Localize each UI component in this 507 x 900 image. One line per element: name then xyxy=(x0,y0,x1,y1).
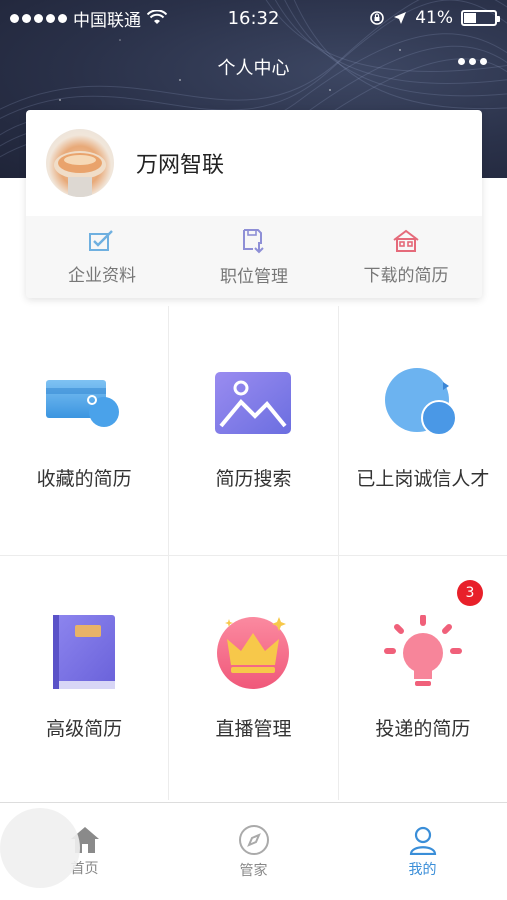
tab-label: 我的 xyxy=(408,861,437,878)
grid-item-label: 投递的简历 xyxy=(375,718,471,740)
compass-icon xyxy=(238,824,269,855)
profile-actions: 企业资料 职位管理 下载的简历 xyxy=(26,216,482,298)
grid-item-submitted-resumes[interactable]: 3 投递的简历 xyxy=(339,556,507,800)
feature-grid: 收藏的简历 简历搜索 已上岗诚信人才 高级简历 直播管理 3 投递的简历 xyxy=(0,306,507,800)
tab-mine[interactable]: 我的 xyxy=(338,803,507,900)
tab-butler[interactable]: 管家 xyxy=(169,803,338,900)
crown-icon xyxy=(217,617,290,689)
lightbulb-icon xyxy=(383,615,462,686)
book-icon xyxy=(53,615,116,689)
status-bar: 中国联通 16:32 41% xyxy=(0,0,507,36)
refresh-circle-icon xyxy=(384,368,457,436)
profile-header[interactable]: 万网智联 xyxy=(26,110,482,216)
profile-card: 万网智联 企业资料 职位管理 下载的简历 xyxy=(26,110,482,298)
navbar: 个人中心 xyxy=(0,46,507,86)
action-company-info[interactable]: 企业资料 xyxy=(26,216,178,298)
touch-indicator xyxy=(0,808,80,888)
action-downloaded-resumes[interactable]: 下载的简历 xyxy=(330,216,482,298)
action-label: 下载的简历 xyxy=(363,265,449,286)
grid-item-verified-talent[interactable]: 已上岗诚信人才 xyxy=(339,306,507,555)
avatar-image xyxy=(54,151,106,197)
more-dots-icon[interactable] xyxy=(458,58,487,65)
status-time: 16:32 xyxy=(227,7,280,29)
tab-label: 管家 xyxy=(239,862,268,879)
grid-item-live-management[interactable]: 直播管理 xyxy=(169,556,339,800)
battery-icon xyxy=(461,10,500,26)
person-icon xyxy=(409,826,436,855)
grid-item-saved-resumes[interactable]: 收藏的简历 xyxy=(0,306,170,555)
avatar[interactable] xyxy=(46,129,114,197)
grid-item-resume-search[interactable]: 简历搜索 xyxy=(169,306,339,555)
grid-item-premium-resumes[interactable]: 高级简历 xyxy=(0,556,170,800)
grid-item-label: 高级简历 xyxy=(46,718,123,740)
grid-row: 收藏的简历 简历搜索 已上岗诚信人才 xyxy=(0,306,507,556)
action-label: 职位管理 xyxy=(220,266,288,287)
image-landscape-icon xyxy=(215,372,292,434)
save-document-icon xyxy=(243,228,264,253)
grid-row: 高级简历 直播管理 3 投递的简历 xyxy=(0,556,507,800)
checkbox-edit-icon xyxy=(89,229,113,251)
action-label: 企业资料 xyxy=(68,265,136,286)
grid-item-label: 简历搜索 xyxy=(215,468,292,490)
grid-item-label: 收藏的简历 xyxy=(36,468,132,490)
notification-badge: 3 xyxy=(456,580,483,606)
card-wallet-icon xyxy=(46,380,120,427)
company-name: 万网智联 xyxy=(136,153,225,178)
house-icon xyxy=(393,229,419,252)
grid-item-label: 直播管理 xyxy=(215,718,292,740)
action-job-management[interactable]: 职位管理 xyxy=(178,216,330,298)
page-title: 个人中心 xyxy=(217,58,290,79)
grid-item-label: 已上岗诚信人才 xyxy=(356,468,490,490)
